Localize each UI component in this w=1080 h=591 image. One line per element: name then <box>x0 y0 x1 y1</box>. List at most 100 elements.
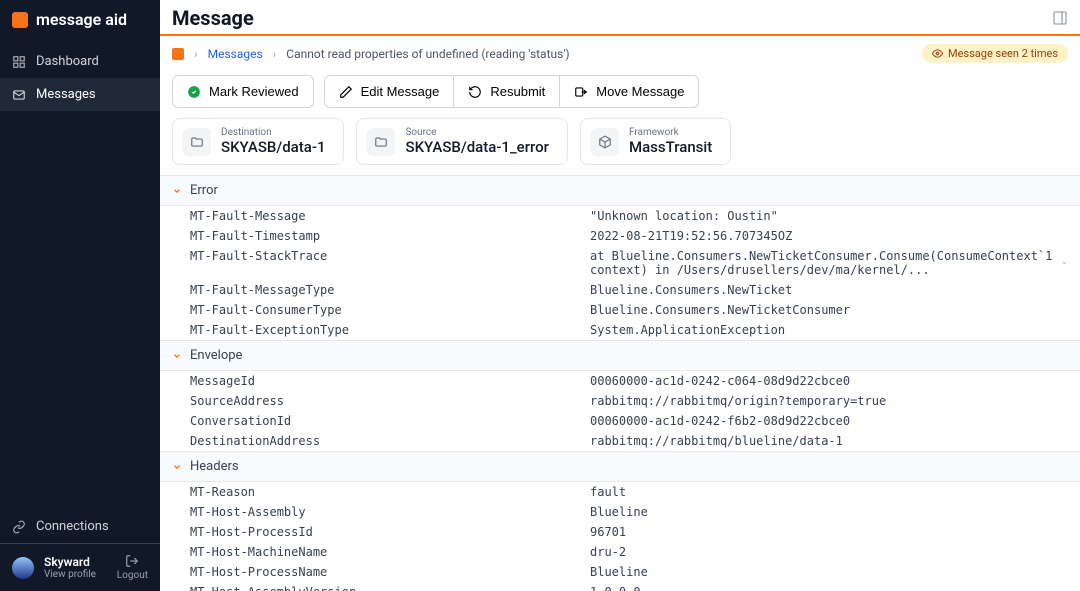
edit-message-button[interactable]: Edit Message <box>324 75 455 108</box>
breadcrumb-separator: › <box>194 47 198 61</box>
sidebar-item-dashboard[interactable]: Dashboard <box>0 45 160 78</box>
kv-key: MT-Reason <box>190 485 590 499</box>
kv-row: DestinationAddressrabbitmq://rabbitmq/bl… <box>160 431 1080 451</box>
kv-key: MT-Host-AssemblyVersion <box>190 585 590 591</box>
action-bar: Mark Reviewed Edit Message Resubmit Move… <box>160 71 1080 118</box>
source-card: Source SKYASB/data-1_error <box>356 118 567 165</box>
eye-icon <box>932 48 943 59</box>
panel-toggle-icon[interactable] <box>1052 10 1068 26</box>
logout-label: Logout <box>117 570 148 581</box>
button-group: Edit Message Resubmit Move Message <box>324 75 700 108</box>
breadcrumb-link-messages[interactable]: Messages <box>208 47 263 61</box>
section-title: Envelope <box>190 348 242 363</box>
button-label: Edit Message <box>361 84 440 99</box>
kv-value: Blueline <box>590 505 1068 519</box>
kv-value: rabbitmq://rabbitmq/blueline/data-1 <box>590 434 1068 448</box>
sidebar-item-label: Connections <box>36 519 109 534</box>
kv-row: MT-Fault-ConsumerTypeBlueline.Consumers.… <box>160 300 1080 320</box>
breadcrumb: › Messages › Cannot read properties of u… <box>160 36 1080 71</box>
sidebar-item-label: Dashboard <box>36 54 99 69</box>
kv-key: MT-Fault-StackTrace <box>190 249 590 277</box>
kv-row: MT-Fault-Timestamp2022-08-21T19:52:56.70… <box>160 226 1080 246</box>
kv-value: Blueline <box>590 565 1068 579</box>
page-title: Message <box>172 6 254 30</box>
card-label: Source <box>405 127 548 138</box>
sidebar-item-label: Messages <box>36 87 96 102</box>
brand-logo <box>12 12 28 28</box>
kv-key: MT-Fault-ExceptionType <box>190 323 590 337</box>
cube-icon <box>591 128 619 156</box>
card-value: SKYASB/data-1_error <box>405 138 548 156</box>
card-label: Framework <box>629 127 712 138</box>
kv-row: MT-Host-MachineNamedru-2 <box>160 542 1080 562</box>
avatar[interactable] <box>12 557 34 579</box>
section-body-headers: MT-ReasonfaultMT-Host-AssemblyBluelineMT… <box>160 482 1080 591</box>
profile-block: Skyward View profile Logout <box>0 543 160 591</box>
kv-value: rabbitmq://rabbitmq/origin?temporary=tru… <box>590 394 1068 408</box>
chevron-down-icon <box>172 462 182 472</box>
breadcrumb-current: Cannot read properties of undefined (rea… <box>286 47 569 61</box>
sidebar: message aid Dashboard Messages Connectio… <box>0 0 160 591</box>
info-cards: Destination SKYASB/data-1 Source SKYASB/… <box>160 118 1080 175</box>
profile-view-link[interactable]: View profile <box>44 569 107 580</box>
card-value: MassTransit <box>629 138 712 156</box>
kv-row: MT-Host-ProcessId96701 <box>160 522 1080 542</box>
kv-key: MT-Fault-Timestamp <box>190 229 590 243</box>
kv-key: MT-Host-MachineName <box>190 545 590 559</box>
kv-row: MT-Fault-StackTraceat Blueline.Consumers… <box>160 246 1080 280</box>
sidebar-item-connections[interactable]: Connections <box>0 510 160 543</box>
section-body-error: MT-Fault-Message"Unknown location: Ousti… <box>160 206 1080 340</box>
profile-name: Skyward <box>44 555 107 569</box>
seen-badge: Message seen 2 times <box>922 44 1068 63</box>
logout-button[interactable]: Logout <box>117 554 148 581</box>
kv-key: MessageId <box>190 374 590 388</box>
kv-value: "Unknown location: Oustin" <box>590 209 1068 223</box>
kv-row: MT-Reasonfault <box>160 482 1080 502</box>
nav: Dashboard Messages <box>0 45 160 510</box>
section-header-envelope[interactable]: Envelope <box>160 340 1080 371</box>
kv-key: DestinationAddress <box>190 434 590 448</box>
section-title: Error <box>190 183 218 198</box>
home-icon[interactable] <box>172 48 184 60</box>
destination-card: Destination SKYASB/data-1 <box>172 118 344 165</box>
resubmit-button[interactable]: Resubmit <box>453 75 560 108</box>
kv-key: MT-Host-ProcessName <box>190 565 590 579</box>
resubmit-icon <box>468 85 482 99</box>
kv-key: MT-Host-ProcessId <box>190 525 590 539</box>
pencil-icon <box>339 85 353 99</box>
kv-key: MT-Fault-MessageType <box>190 283 590 297</box>
kv-row: ConversationId00060000-ac1d-0242-f6b2-08… <box>160 411 1080 431</box>
kv-value: 1.0.0.0 <box>590 585 1068 591</box>
section-header-headers[interactable]: Headers <box>160 451 1080 482</box>
kv-row: MT-Host-ProcessNameBlueline <box>160 562 1080 582</box>
section-header-error[interactable]: Error <box>160 175 1080 206</box>
kv-value: at Blueline.Consumers.NewTicketConsumer.… <box>590 249 1068 277</box>
kv-value: 00060000-ac1d-0242-c064-08d9d22cbce0 <box>590 374 1068 388</box>
envelope-icon <box>12 88 26 102</box>
mark-reviewed-button[interactable]: Mark Reviewed <box>172 75 314 108</box>
sections-scroll[interactable]: Error MT-Fault-Message"Unknown location:… <box>160 175 1080 591</box>
folder-icon <box>183 128 211 156</box>
kv-key: ConversationId <box>190 414 590 428</box>
kv-value: dru-2 <box>590 545 1068 559</box>
kv-key: MT-Fault-ConsumerType <box>190 303 590 317</box>
link-icon <box>12 520 26 534</box>
sidebar-item-messages[interactable]: Messages <box>0 78 160 111</box>
kv-value: fault <box>590 485 1068 499</box>
folder-icon <box>367 128 395 156</box>
kv-row: MT-Host-AssemblyVersion1.0.0.0 <box>160 582 1080 591</box>
chevron-down-icon <box>172 351 182 361</box>
seen-text: Message seen 2 times <box>948 47 1058 60</box>
kv-value: 00060000-ac1d-0242-f6b2-08d9d22cbce0 <box>590 414 1068 428</box>
kv-row: MT-Host-AssemblyBlueline <box>160 502 1080 522</box>
kv-value: 96701 <box>590 525 1068 539</box>
kv-row: SourceAddressrabbitmq://rabbitmq/origin?… <box>160 391 1080 411</box>
move-message-button[interactable]: Move Message <box>559 75 699 108</box>
button-label: Move Message <box>596 84 684 99</box>
brand-text: message aid <box>36 10 127 29</box>
kv-row: MessageId00060000-ac1d-0242-c064-08d9d22… <box>160 371 1080 391</box>
kv-value: System.ApplicationException <box>590 323 1068 337</box>
brand: message aid <box>0 0 160 39</box>
expand-icon[interactable] <box>1061 257 1068 269</box>
kv-key: SourceAddress <box>190 394 590 408</box>
